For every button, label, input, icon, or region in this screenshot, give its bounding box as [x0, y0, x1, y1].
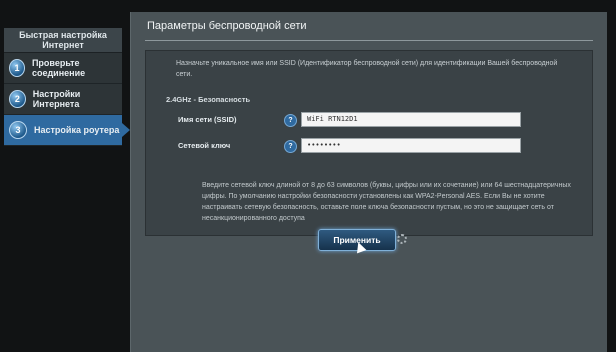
band-security-label: 2.4GHz - Безопасность: [166, 95, 251, 104]
wireless-form: Назначьте уникальное имя или SSID (Идент…: [145, 50, 593, 236]
step-1-icon: 1: [9, 59, 25, 77]
ssid-description: Назначьте уникальное имя или SSID (Идент…: [176, 60, 558, 78]
quick-setup-sidebar: Быстрая настройка Интернет 1 Проверьте с…: [4, 28, 130, 146]
ssid-help-icon[interactable]: ?: [284, 114, 297, 127]
router-setup-screen: Быстрая настройка Интернет 1 Проверьте с…: [0, 0, 616, 352]
key-requirements-note: Введите сетевой ключ длиной от 8 до 63 с…: [202, 182, 571, 222]
loading-spinner-icon: [397, 234, 407, 244]
page-title: Параметры беспроводной сети: [147, 20, 307, 32]
sidebar-item-check-connection[interactable]: 1 Проверьте соединение: [4, 53, 122, 84]
sidebar-item-router-setup[interactable]: 3 Настройка роутера: [4, 115, 130, 146]
title-divider: [145, 40, 593, 41]
ssid-label: Имя сети (SSID): [178, 115, 237, 124]
step-3-icon: 3: [9, 121, 27, 139]
sidebar-item-label: Настройка роутера: [34, 125, 120, 135]
sidebar-item-internet-settings[interactable]: 2 Настройки Интернета: [4, 84, 122, 115]
key-help-icon[interactable]: ?: [284, 140, 297, 153]
ssid-input[interactable]: WiFi RTN12D1: [301, 112, 521, 127]
network-key-input[interactable]: ••••••••: [301, 138, 521, 153]
network-key-label: Сетевой ключ: [178, 141, 231, 150]
sidebar-item-label: Проверьте соединение: [31, 58, 86, 78]
wireless-settings-panel: Параметры беспроводной сети Назначьте ун…: [130, 12, 607, 352]
sidebar-header: Быстрая настройка Интернет: [4, 28, 122, 53]
sidebar-item-label: Настройки Интернета: [32, 89, 81, 109]
step-2-icon: 2: [9, 90, 26, 108]
